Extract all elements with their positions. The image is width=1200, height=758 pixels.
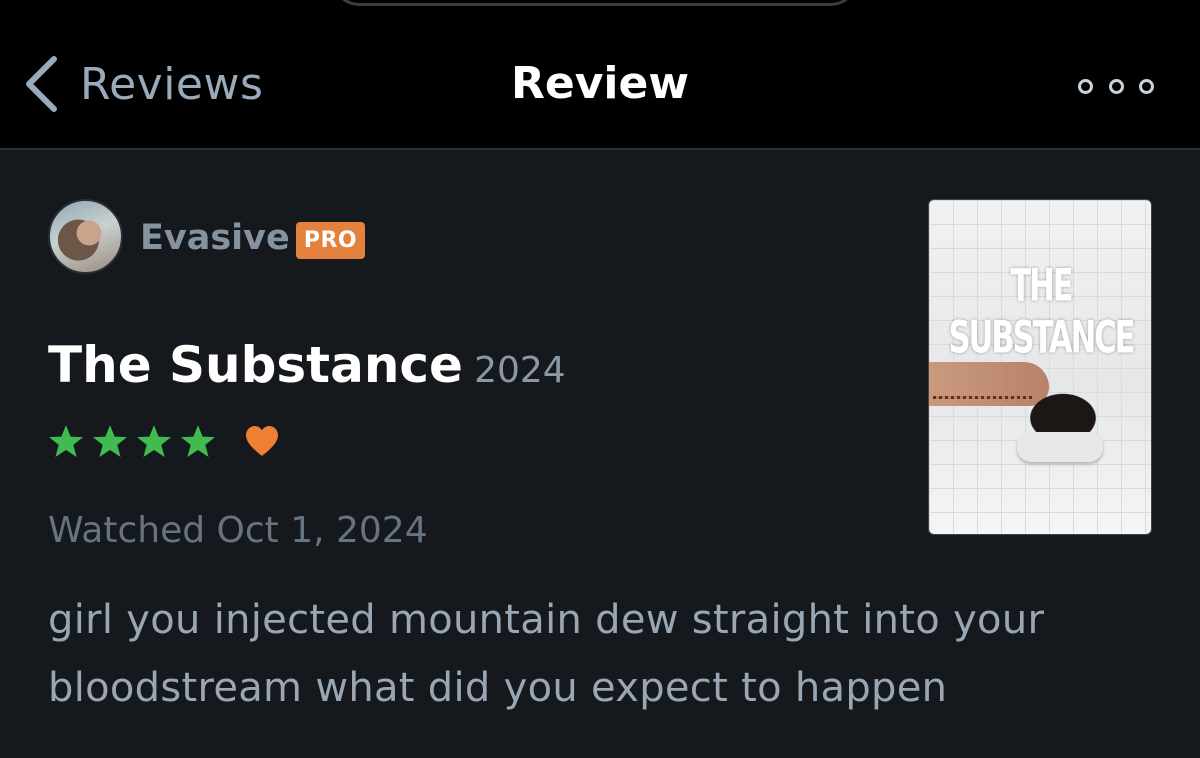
star-icon <box>93 425 127 457</box>
back-button[interactable]: Reviews <box>24 52 263 116</box>
film-heading: The Substance 2024 <box>48 336 566 394</box>
watched-date: Watched Oct 1, 2024 <box>48 510 428 551</box>
poster-title: THE SUBSTANCE <box>948 260 1135 364</box>
more-options-icon[interactable] <box>1078 74 1154 98</box>
star-icon <box>49 425 83 457</box>
dot <box>1139 78 1154 94</box>
film-title[interactable]: The Substance <box>48 336 463 394</box>
film-poster[interactable]: THE SUBSTANCE <box>928 199 1152 535</box>
back-label: Reviews <box>80 58 264 110</box>
avatar[interactable] <box>48 199 123 274</box>
rating <box>48 424 280 460</box>
film-year: 2024 <box>474 350 566 391</box>
poster-towel <box>1017 432 1103 462</box>
heart-icon <box>246 426 278 456</box>
star-icon <box>181 425 215 457</box>
pro-badge: PRO <box>296 222 365 259</box>
dot <box>1078 78 1093 94</box>
dot <box>1108 78 1124 94</box>
nav-header: Reviews Review <box>0 0 1200 150</box>
star-icon <box>137 425 171 457</box>
chevron-left-icon <box>26 56 57 112</box>
review-text: girl you injected mountain dew straight … <box>48 597 1045 711</box>
poster-scar <box>933 396 1033 399</box>
username[interactable]: Evasive <box>140 218 290 258</box>
device-notch <box>330 0 860 6</box>
